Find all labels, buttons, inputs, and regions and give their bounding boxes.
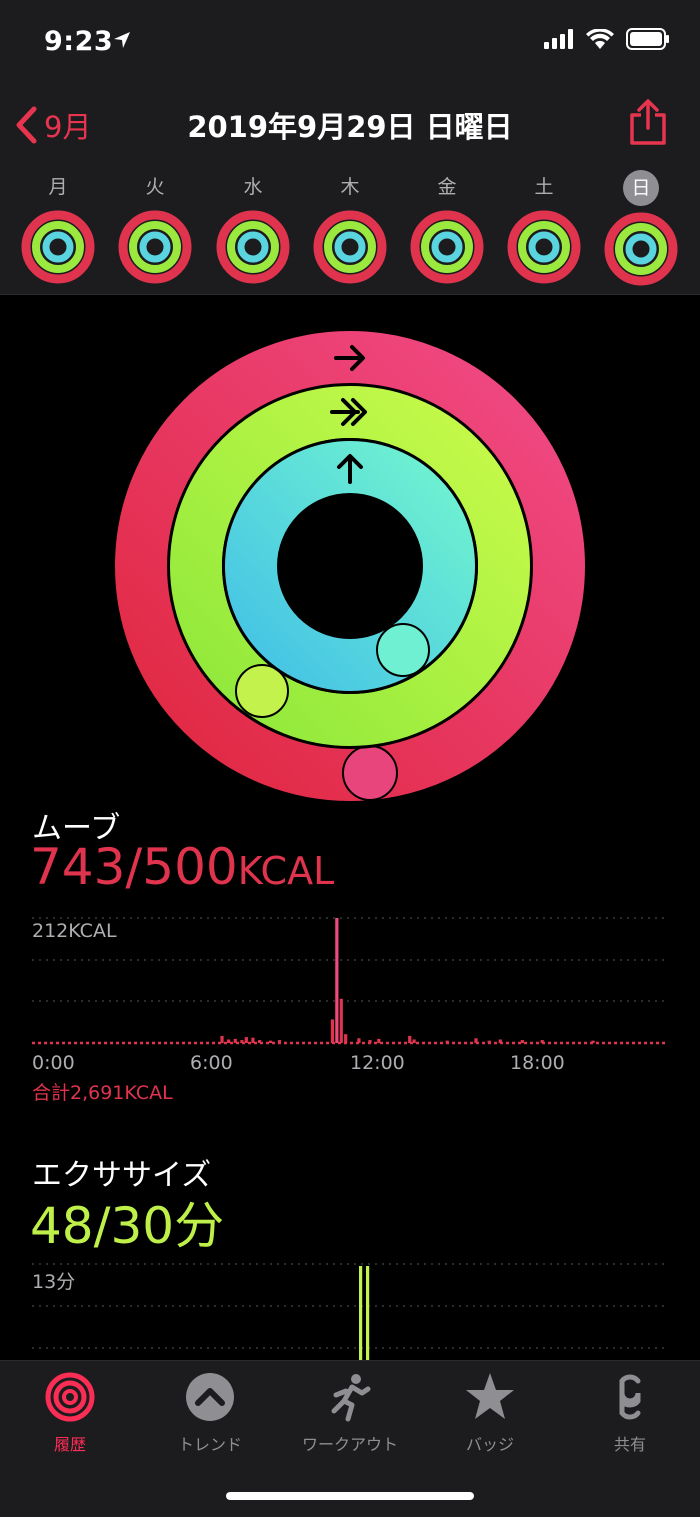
move-value: 743/500KCAL bbox=[30, 838, 334, 896]
tab-trends-label: トレンド bbox=[177, 1435, 242, 1454]
tab-workouts-label: ワークアウト bbox=[301, 1435, 398, 1454]
day-5[interactable]: 土 bbox=[504, 170, 584, 285]
move-tick-6: 6:00 bbox=[190, 1052, 233, 1074]
move-total: 合計2,691KCAL bbox=[32, 1082, 173, 1104]
move-bar bbox=[591, 1040, 595, 1043]
tab-history-label: 履歴 bbox=[53, 1435, 86, 1454]
move-tick-0: 0:00 bbox=[32, 1052, 75, 1074]
day-4[interactable]: 金 bbox=[407, 170, 487, 285]
tab-history[interactable]: 履歴 bbox=[0, 1371, 140, 1455]
tab-badges-label: バッジ bbox=[465, 1435, 514, 1454]
day-rings-icon bbox=[507, 210, 581, 284]
exercise-bar bbox=[366, 1266, 370, 1360]
chevron-left-icon bbox=[16, 106, 37, 144]
workout-runner-icon bbox=[331, 1374, 371, 1422]
move-bar bbox=[227, 1039, 231, 1043]
day-3[interactable]: 木 bbox=[310, 170, 390, 285]
day-label: 月 bbox=[48, 176, 68, 198]
day-0[interactable]: 月 bbox=[18, 170, 98, 285]
status-icons bbox=[544, 28, 670, 50]
move-chart-max-label: 212KCAL bbox=[32, 920, 117, 942]
move-bar bbox=[240, 1040, 244, 1043]
move-bar bbox=[445, 1040, 449, 1043]
move-bar bbox=[220, 1035, 224, 1043]
day-label: 水 bbox=[243, 176, 263, 198]
day-label: 火 bbox=[145, 176, 165, 198]
move-bar bbox=[412, 1039, 416, 1043]
move-bar bbox=[269, 1040, 273, 1043]
move-bar bbox=[233, 1038, 237, 1043]
location-arrow-icon bbox=[114, 32, 130, 48]
move-bar bbox=[377, 1038, 381, 1043]
day-rings-icon bbox=[216, 210, 290, 284]
signal-icon bbox=[544, 29, 573, 49]
move-bar bbox=[244, 1037, 248, 1043]
activity-rings bbox=[115, 331, 585, 801]
day-rings-icon bbox=[313, 210, 387, 284]
move-tick-12: 12:00 bbox=[350, 1052, 405, 1074]
sharing-icon bbox=[619, 1374, 641, 1420]
page-title: 2019年9月29日 日曜日 bbox=[187, 110, 513, 144]
day-label: 日 bbox=[623, 170, 659, 206]
move-bar bbox=[498, 1039, 502, 1043]
day-rings-icon bbox=[21, 210, 95, 284]
tab-sharing-label: 共有 bbox=[613, 1435, 646, 1454]
move-bar bbox=[520, 1040, 524, 1043]
move-bar bbox=[368, 1040, 372, 1043]
move-bar bbox=[257, 1040, 262, 1043]
move-value-unit: KCAL bbox=[237, 849, 335, 893]
day-6[interactable]: 日 bbox=[601, 170, 681, 287]
exercise-chart-max-label: 13分 bbox=[32, 1271, 76, 1293]
status-time: 9:23 bbox=[44, 26, 114, 57]
history-rings-icon bbox=[45, 1372, 95, 1422]
tab-sharing[interactable]: 共有 bbox=[560, 1371, 700, 1455]
home-indicator bbox=[226, 1492, 474, 1500]
stand-ring-end bbox=[376, 623, 430, 677]
move-bar bbox=[344, 1034, 348, 1043]
day-rings-icon bbox=[604, 212, 678, 286]
battery-icon bbox=[626, 28, 669, 50]
back-button[interactable]: 9月 bbox=[14, 104, 91, 146]
day-2[interactable]: 水 bbox=[213, 170, 293, 285]
exercise-bar bbox=[359, 1266, 363, 1360]
move-bar bbox=[335, 918, 339, 1043]
exercise-chart bbox=[32, 1263, 668, 1360]
divider bbox=[0, 294, 700, 295]
day-rings-icon bbox=[118, 210, 192, 284]
trend-chevron-up-icon bbox=[186, 1373, 234, 1421]
tab-workouts[interactable]: ワークアウト bbox=[280, 1371, 420, 1455]
wifi-icon bbox=[586, 29, 614, 49]
move-bar bbox=[487, 1040, 491, 1043]
move-bar bbox=[339, 998, 343, 1043]
move-tick-18: 18:00 bbox=[510, 1052, 565, 1074]
move-bar bbox=[408, 1035, 412, 1043]
day-rings-icon bbox=[410, 210, 484, 284]
exercise-value: 48/30分 bbox=[30, 1197, 225, 1255]
week-strip: 月火水木金土日 bbox=[0, 170, 700, 290]
move-bar bbox=[540, 1040, 544, 1043]
badge-star-icon bbox=[466, 1373, 514, 1419]
day-1[interactable]: 火 bbox=[115, 170, 195, 285]
day-label: 木 bbox=[340, 176, 360, 198]
tab-badges[interactable]: バッジ bbox=[420, 1371, 560, 1455]
move-value-number: 743/500 bbox=[30, 838, 238, 896]
day-label: 金 bbox=[437, 176, 457, 198]
move-bar bbox=[251, 1037, 255, 1043]
move-bar bbox=[357, 1038, 361, 1043]
day-label: 土 bbox=[534, 176, 554, 198]
share-icon[interactable] bbox=[628, 98, 668, 146]
back-label: 9月 bbox=[44, 110, 92, 144]
move-bar bbox=[277, 1040, 282, 1043]
move-bar bbox=[474, 1038, 478, 1043]
move-bar bbox=[330, 1019, 335, 1043]
tab-trends[interactable]: トレンド bbox=[140, 1371, 280, 1455]
move-ring-end bbox=[342, 745, 398, 801]
